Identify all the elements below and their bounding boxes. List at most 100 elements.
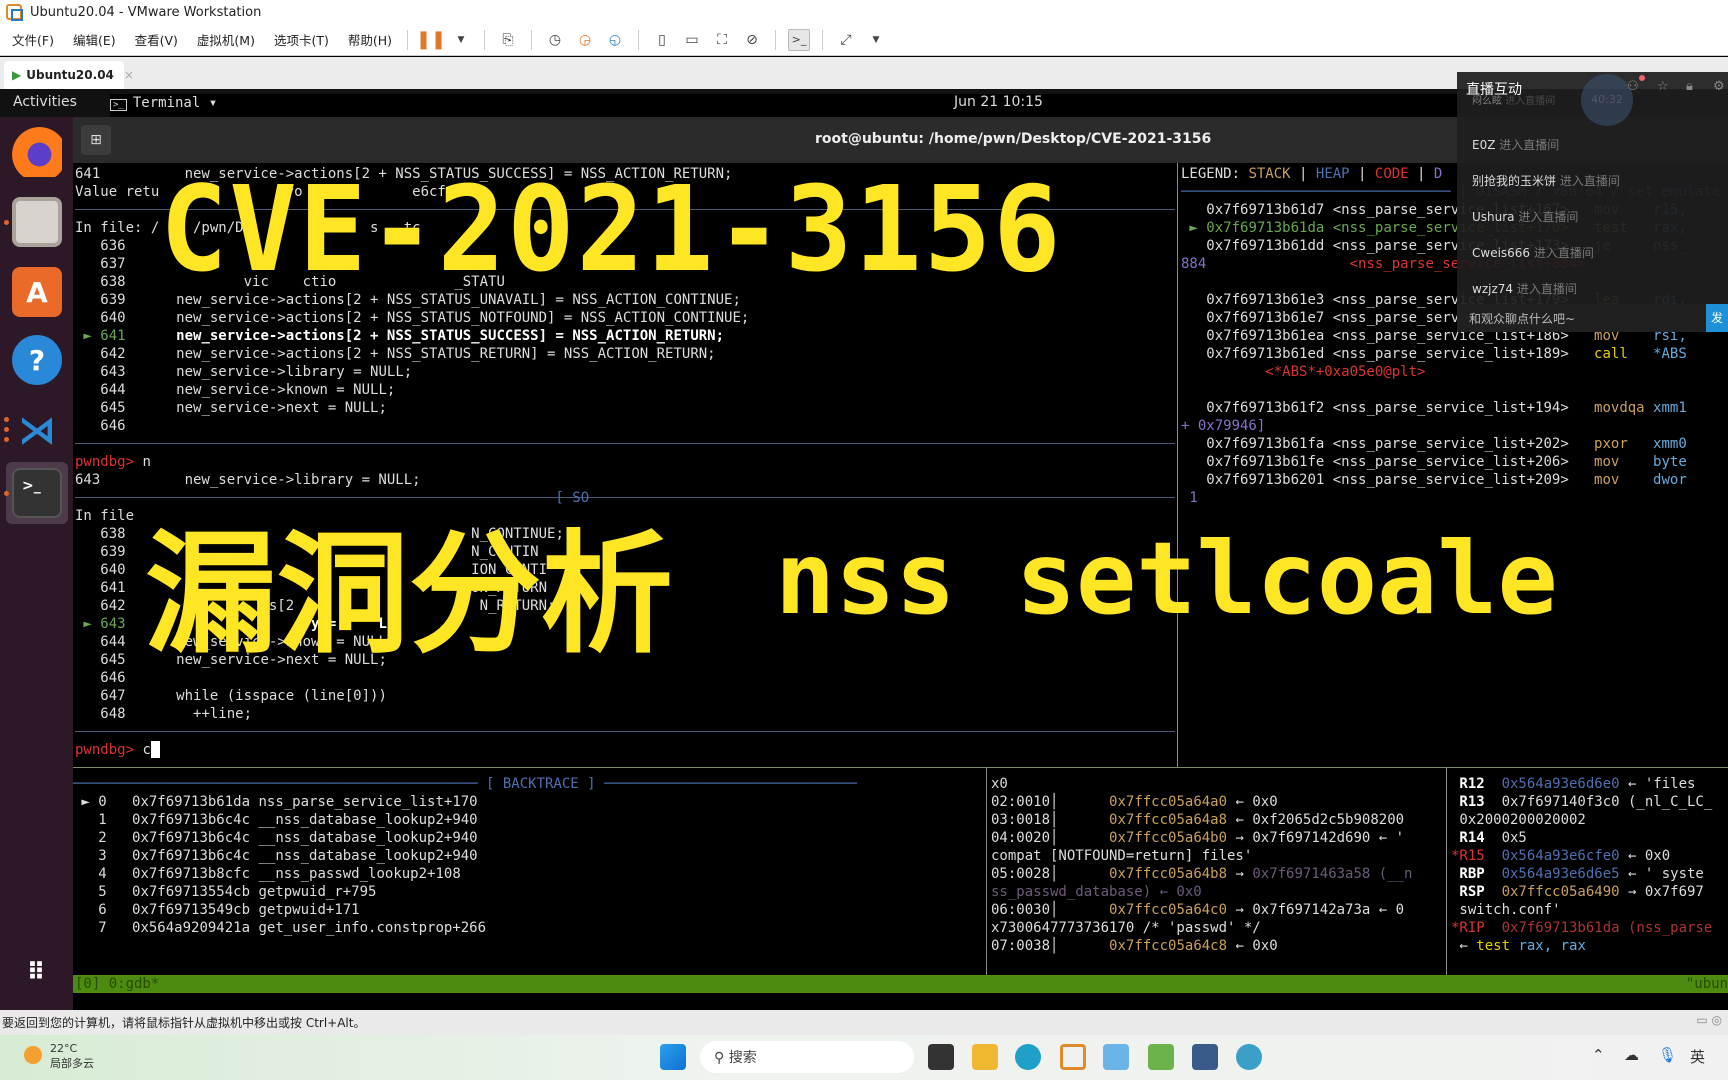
backtrace-frame[interactable]: 5 0x7f69713554cb getpwuid_r+795 <box>73 883 985 901</box>
vm-tab-ubuntu[interactable]: ▶ Ubuntu20.04 × <box>4 61 134 89</box>
stack-entry: 03:0018│ 0x7ffcc05a64a8 ← 0xf2065d2c5b90… <box>991 811 1446 829</box>
menu-help[interactable]: 帮助(H) <box>336 30 399 49</box>
chat-input[interactable]: 和观众聊点什么吧~ <box>1457 304 1728 332</box>
terminal-app-label: Terminal ▾ <box>132 95 218 111</box>
vmware-menu-bar: 文件(F) 编辑(E) 查看(V) 虚拟机(M) 选项卡(T) 帮助(H) ❚❚… <box>0 24 1728 56</box>
current-instruction-arrow-icon <box>1181 328 1206 344</box>
unity-icon[interactable]: ⊘ <box>741 29 763 51</box>
menu-tabs[interactable]: 选项卡(T) <box>262 30 336 49</box>
snapshot-icon[interactable]: ◷ <box>544 29 566 51</box>
effects-icon[interactable]: ☆ <box>1657 79 1669 94</box>
thumbnail-bar-icon[interactable]: ▭ <box>681 29 703 51</box>
backtrace-label: ────────────────────────────────────────… <box>73 776 857 792</box>
legend-sep: | <box>1349 166 1375 182</box>
legend-data: D <box>1433 166 1443 182</box>
instr-args: rax, rax <box>1518 938 1586 954</box>
prompt-command[interactable]: c <box>134 742 150 758</box>
register-value: 0x7ffcc05a6490 <box>1484 884 1620 900</box>
console-view-icon[interactable]: >_ <box>788 28 811 51</box>
vmware-taskbar-icon[interactable] <box>1060 1044 1086 1070</box>
edge-icon[interactable] <box>1015 1044 1041 1070</box>
stack-offset: 06:0030 <box>991 902 1051 918</box>
weather-widget[interactable]: 22°C 局部多云 <box>24 1041 94 1071</box>
stack-pane: x0 02:0010│ 0x7ffcc05a64a0 ← 0x0 03:0018│ … <box>991 775 1446 975</box>
line-code: new_service->actions[2 + NSS_STATUS_RETU… <box>125 346 716 362</box>
stack-arrow: ← <box>1227 794 1253 810</box>
files-icon[interactable] <box>12 197 62 247</box>
calculator-icon[interactable] <box>1192 1044 1218 1070</box>
pwndbg-prompt: pwndbg> <box>75 454 135 470</box>
close-tab-icon[interactable]: × <box>124 68 134 82</box>
vscode-icon[interactable]: ⋊ <box>12 405 62 455</box>
source-line: 645 new_service->next = NULL; <box>75 399 1175 417</box>
new-tab-button[interactable]: ⊞ <box>81 125 111 155</box>
taskbar-search[interactable]: ⚲ 搜索 <box>700 1041 914 1073</box>
disasm-opcode: mov <box>1568 472 1654 488</box>
register-name: *RIP <box>1451 920 1485 936</box>
prompt-command: n <box>134 454 151 470</box>
device-status-icons[interactable]: ▭ ◎ <box>1696 1013 1722 1027</box>
show-apps-icon[interactable]: ⠿ <box>12 947 62 997</box>
disasm-continuation: 1 <box>1181 490 1198 505</box>
paint-icon[interactable] <box>1236 1044 1262 1070</box>
task-view-icon[interactable] <box>928 1044 954 1070</box>
snapshot-manager-icon[interactable]: ◵ <box>604 29 626 51</box>
full-screen-icon[interactable]: ⛶ <box>711 29 733 51</box>
dock-terminal-icon[interactable]: >_ <box>12 468 62 518</box>
backtrace-pane: ────────────────────────────────────────… <box>73 775 985 975</box>
file-explorer-icon[interactable] <box>972 1044 998 1070</box>
pause-dropdown-icon[interactable]: ▼ <box>450 29 472 51</box>
current-line-arrow-icon <box>75 688 100 704</box>
current-instruction-arrow-icon <box>1181 436 1206 452</box>
send-ctrl-alt-del-icon[interactable]: ⎘ <box>497 29 519 51</box>
pane-divider <box>1446 767 1447 975</box>
clock[interactable]: Jun 21 10:15 <box>954 94 1043 110</box>
vmware-logo-icon <box>6 4 23 21</box>
live-streaming-app-icon[interactable] <box>1103 1044 1129 1070</box>
stretch-dropdown-icon[interactable]: ▼ <box>865 29 887 51</box>
help-icon[interactable]: ? <box>12 335 62 385</box>
viewers-icon[interactable]: ⚇ <box>1627 79 1639 94</box>
backtrace-frame[interactable]: 3 0x7f69713b6c4c __nss_database_lookup2+… <box>73 847 985 865</box>
source-line: ► 641 new_service->actions[2 + NSS_STATU… <box>75 327 1175 345</box>
settings-gear-icon[interactable]: ⚙ <box>1713 79 1725 94</box>
backtrace-frame[interactable]: 6 0x7f69713549cb getpwuid+171 <box>73 901 985 919</box>
frame-index: 5 <box>98 884 107 900</box>
stack-address: 0x7ffcc05a64b0 <box>1109 830 1228 846</box>
disasm-continuation: + 0x79946] <box>1181 418 1266 434</box>
frame-address: 0x7f69713b8cfc <box>106 866 251 882</box>
pause-icon[interactable]: ❚❚ <box>416 29 446 51</box>
show-library-icon[interactable]: ▯ <box>651 29 673 51</box>
frame-marker <box>73 830 98 846</box>
send-button[interactable]: 发 <box>1706 304 1728 332</box>
disasm-line: 0x7f69713b61fe <nss_parse_service_list+2… <box>1181 453 1728 471</box>
menu-file[interactable]: 文件(F) <box>0 30 61 49</box>
firefox-icon[interactable] <box>12 127 62 177</box>
backtrace-frame[interactable]: 2 0x7f69713b6c4c __nss_database_lookup2+… <box>73 829 985 847</box>
disasm-opcode: pxor <box>1568 436 1654 452</box>
disasm-address: 0x7f69713b61fa <box>1206 436 1325 452</box>
tmux-window-label[interactable]: [0] 0:gdb* <box>75 975 159 993</box>
source-line: 647 while (isspace (line[0])) <box>75 687 1175 705</box>
start-button[interactable] <box>660 1044 686 1070</box>
lock-icon[interactable]: 🔒︎ <box>1686 79 1693 94</box>
line-number: 643 <box>100 616 126 632</box>
activities-button[interactable]: Activities <box>13 94 77 110</box>
tray-overflow-icon[interactable]: ⌃ <box>1592 1046 1605 1064</box>
line-number: 647 <box>100 688 126 704</box>
notepad-icon[interactable] <box>1148 1044 1174 1070</box>
microphone-icon[interactable]: 🎙︎ <box>1658 1046 1677 1064</box>
backtrace-frame[interactable]: 1 0x7f69713b6c4c __nss_database_lookup2+… <box>73 811 985 829</box>
backtrace-frame[interactable]: ► 0 0x7f69713b61da nss_parse_service_lis… <box>73 793 985 811</box>
backtrace-frame[interactable]: 7 0x564a9209421a get_user_info.constprop… <box>73 919 985 937</box>
menu-edit[interactable]: 编辑(E) <box>61 30 123 49</box>
ime-indicator[interactable]: 英 <box>1690 1046 1705 1067</box>
menu-view[interactable]: 查看(V) <box>123 30 185 49</box>
revert-snapshot-icon[interactable]: ◶ <box>574 29 596 51</box>
backtrace-frame[interactable]: 4 0x7f69713b8cfc __nss_passwd_lookup2+10… <box>73 865 985 883</box>
onedrive-icon[interactable]: ☁ <box>1624 1046 1639 1064</box>
software-center-icon[interactable]: A <box>12 267 62 317</box>
stretch-icon[interactable]: ⤢ <box>835 29 857 51</box>
stack-sep: │ <box>1050 902 1110 918</box>
menu-vm[interactable]: 虚拟机(M) <box>185 30 262 49</box>
